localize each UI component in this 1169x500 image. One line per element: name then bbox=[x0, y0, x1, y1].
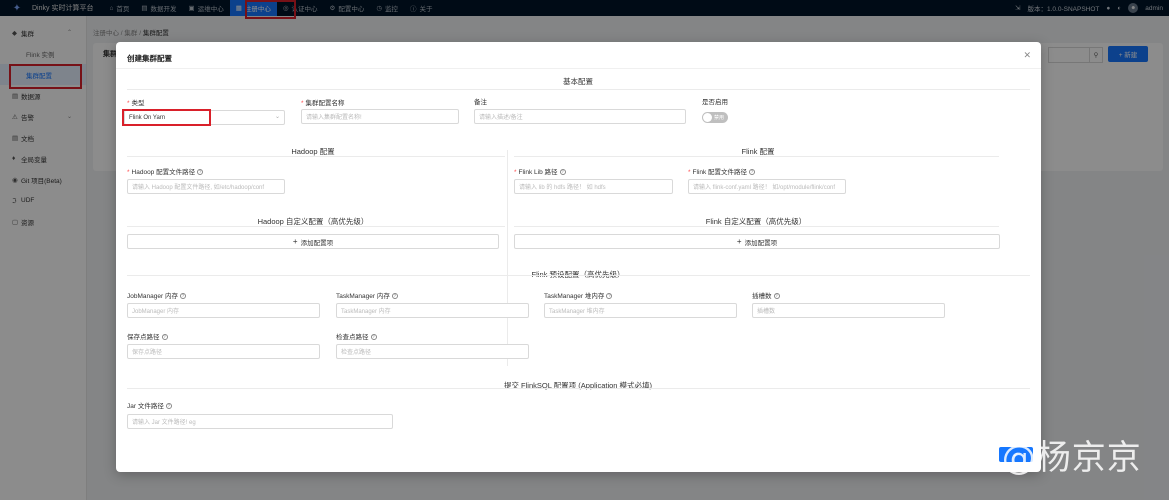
divider bbox=[127, 388, 1030, 389]
jm-memory-label: JobManager 内存? bbox=[127, 293, 186, 300]
section-basic-config: 基本配置 bbox=[563, 77, 593, 86]
divider bbox=[514, 156, 999, 157]
jar-path-label: Jar 文件路径? bbox=[127, 403, 172, 410]
help-icon: ? bbox=[559, 169, 566, 176]
help-icon: ? bbox=[391, 293, 398, 300]
enabled-toggle[interactable]: 禁用 bbox=[702, 112, 728, 123]
flink-conf-input[interactable]: 请输入 flink-conf.yaml 路径！ 如/opt/module/fli… bbox=[688, 179, 846, 194]
column-divider bbox=[507, 150, 508, 366]
plus-icon: + bbox=[292, 237, 298, 246]
note-label: 备注 bbox=[474, 99, 487, 106]
type-select-highlight-box bbox=[122, 109, 211, 126]
config-name-input[interactable]: 请输入集群配置名称! bbox=[301, 109, 459, 124]
tm-memory-input[interactable]: TaskManager 内存 bbox=[336, 303, 529, 318]
help-icon: ? bbox=[197, 169, 204, 176]
divider bbox=[127, 89, 1030, 90]
flink-lib-input[interactable]: 请输入 lib 的 hdfs 路径！ 如 hdfs bbox=[514, 179, 673, 194]
divider bbox=[127, 156, 505, 157]
flink-lib-label: * Flink Lib 路径? bbox=[514, 169, 566, 176]
slots-label: 插槽数? bbox=[752, 293, 780, 300]
savepoint-label: 保存点路径? bbox=[127, 334, 168, 341]
flink-add-config-button[interactable]: + 添加配置项 bbox=[514, 234, 1000, 249]
modal-header-divider bbox=[116, 68, 1041, 69]
slots-input[interactable]: 插槽数 bbox=[752, 303, 945, 318]
toggle-knob bbox=[703, 113, 712, 122]
jm-memory-input[interactable]: JobManager 内存 bbox=[127, 303, 320, 318]
create-cluster-config-modal: 创建集群配置 ✕ 基本配置 * 类型 Flink On Yarn ⌄ * 集群配置名称… bbox=[116, 42, 1041, 472]
tm-memory-label: TaskManager 内存? bbox=[336, 293, 398, 300]
chevron-down-icon: ⌄ bbox=[274, 114, 280, 120]
note-input[interactable]: 请输入描述/备注 bbox=[474, 109, 686, 124]
help-icon: ? bbox=[179, 293, 186, 300]
section-flinksql: 提交 FlinkSQL 配置项 (Application 模式必填) bbox=[503, 381, 653, 390]
tm-heap-label: TaskManager 堆内存? bbox=[544, 293, 613, 300]
help-icon: ? bbox=[165, 403, 172, 410]
hadoop-conf-label: * Hadoop 配置文件路径? bbox=[127, 169, 204, 176]
help-icon: ? bbox=[749, 169, 756, 176]
savepoint-input[interactable]: 保存点路径 bbox=[127, 344, 320, 359]
divider bbox=[514, 226, 999, 227]
enabled-label: 是否启用 bbox=[702, 99, 728, 106]
plus-icon: + bbox=[736, 237, 742, 246]
type-label: * 类型 bbox=[127, 100, 145, 107]
modal-title: 创建集群配置 bbox=[127, 54, 172, 63]
checkpoint-label: 检查点路径? bbox=[336, 334, 377, 341]
help-icon: ? bbox=[773, 293, 780, 300]
watermark: 知乎 @杨京京 bbox=[920, 438, 1142, 478]
help-icon: ? bbox=[606, 293, 613, 300]
flink-conf-label: * Flink 配置文件路径? bbox=[688, 169, 756, 176]
divider bbox=[127, 226, 505, 227]
hadoop-add-config-button[interactable]: + 添加配置项 bbox=[127, 234, 499, 249]
divider bbox=[127, 275, 1030, 276]
hadoop-conf-input[interactable]: 请输入 Hadoop 配置文件路径, 如/etc/hadoop/conf bbox=[127, 179, 285, 194]
checkpoint-input[interactable]: 检查点路径 bbox=[336, 344, 529, 359]
tm-heap-input[interactable]: TaskManager 堆内存 bbox=[544, 303, 737, 318]
help-icon: ? bbox=[161, 334, 168, 341]
name-label: * 集群配置名称 bbox=[301, 100, 345, 107]
help-icon: ? bbox=[370, 334, 377, 341]
jar-path-input[interactable]: 请输入 Jar 文件路径! eg bbox=[127, 414, 393, 429]
close-icon[interactable]: ✕ bbox=[1023, 50, 1031, 61]
